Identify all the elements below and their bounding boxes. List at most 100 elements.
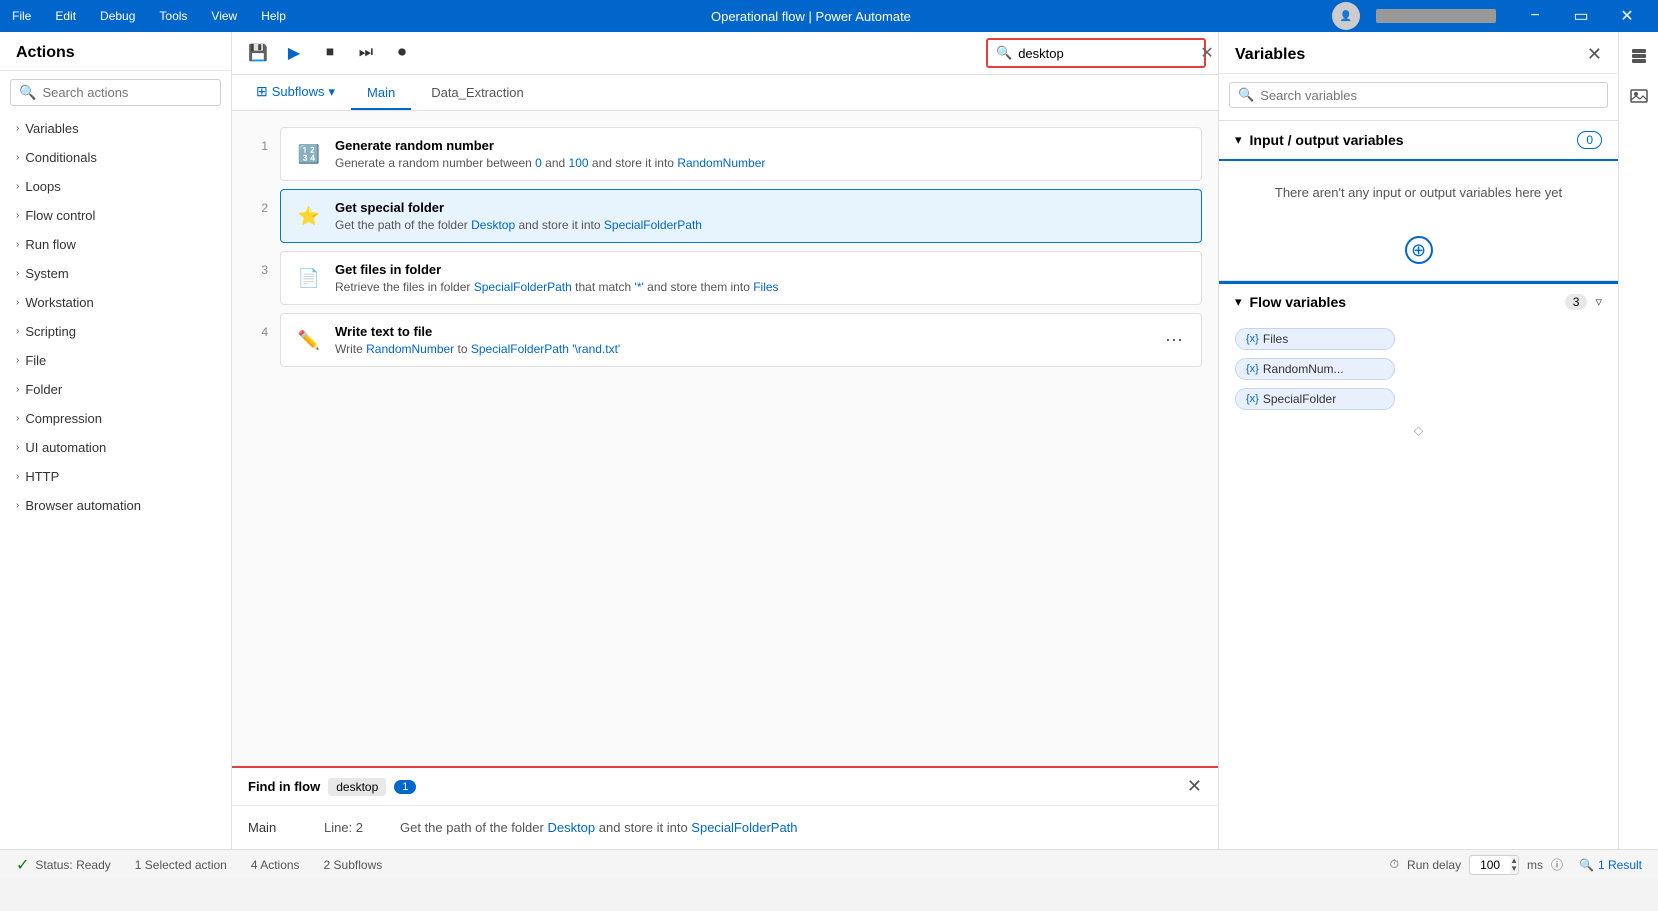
list-item: Main Line: 2 Get the path of the folder … xyxy=(248,814,1202,841)
menu-tools[interactable]: Tools xyxy=(155,7,191,25)
input-output-title: Input / output variables xyxy=(1250,132,1570,148)
sidebar-item-compression[interactable]: › Compression xyxy=(0,404,231,433)
selected-actions-count: 1 Selected action xyxy=(135,858,227,872)
run-delay-control: ⏱ Run delay ▲ ▼ ms ⓘ xyxy=(1390,855,1563,875)
search-icon: 🔍 xyxy=(1579,858,1594,872)
find-keyword-badge: desktop xyxy=(328,778,386,796)
step-title-3: Get files in folder xyxy=(335,262,1187,277)
table-row: 1 🔢 Generate random number Generate a ra… xyxy=(248,127,1202,181)
chevron-right-icon: › xyxy=(16,210,19,221)
subflows-count: 2 Subflows xyxy=(324,858,383,872)
chevron-right-icon: › xyxy=(16,181,19,192)
step-number: 4 xyxy=(248,325,268,339)
sidebar-item-loops[interactable]: › Loops xyxy=(0,172,231,201)
close-button[interactable]: ✕ xyxy=(1604,0,1650,32)
run-delay-input[interactable] xyxy=(1470,856,1510,874)
sidebar-item-system[interactable]: › System xyxy=(0,259,231,288)
statusbar: ✓ Status: Ready 1 Selected action 4 Acti… xyxy=(0,849,1658,879)
variables-title: Variables xyxy=(1235,46,1587,64)
find-panel-close-button[interactable]: ✕ xyxy=(1187,776,1202,797)
result-link[interactable]: 🔍 1 Result xyxy=(1579,858,1642,872)
sidebar-item-browser-automation[interactable]: › Browser automation xyxy=(0,491,231,520)
actions-search-box[interactable]: 🔍 xyxy=(10,79,221,106)
chevron-right-icon: › xyxy=(16,355,19,366)
tab-main[interactable]: Main xyxy=(351,77,411,110)
spinner-down-button[interactable]: ▼ xyxy=(1510,865,1518,873)
variable-label: RandomNum... xyxy=(1263,362,1344,376)
step-more-button[interactable]: ⋯ xyxy=(1161,326,1187,355)
stop-button[interactable]: ⏹ xyxy=(316,39,344,67)
menu-debug[interactable]: Debug xyxy=(96,7,139,25)
right-icons-panel xyxy=(1618,32,1658,849)
sidebar-item-flow-control[interactable]: › Flow control xyxy=(0,201,231,230)
layers-icon-button[interactable] xyxy=(1623,40,1655,72)
menu-help[interactable]: Help xyxy=(257,7,290,25)
chevron-right-icon: › xyxy=(16,471,19,482)
statusbar-right: ⏱ Run delay ▲ ▼ ms ⓘ 🔍 1 Result xyxy=(1390,855,1642,875)
variable-chip-files[interactable]: {x} Files xyxy=(1235,328,1395,350)
find-in-flow-search[interactable]: 🔍 ✕ xyxy=(986,38,1206,68)
random-number-icon: 🔢 xyxy=(295,140,323,168)
variable-chip-specialfolder[interactable]: {x} SpecialFolder xyxy=(1235,388,1395,410)
sidebar-item-ui-automation[interactable]: › UI automation xyxy=(0,433,231,462)
search-icon: 🔍 xyxy=(1238,87,1254,103)
flow-variables-header[interactable]: ▾ Flow variables 3 ▿ xyxy=(1219,281,1618,320)
chevron-right-icon: › xyxy=(16,297,19,308)
chevron-down-icon: ▾ xyxy=(1235,294,1242,310)
sidebar-item-workstation[interactable]: › Workstation xyxy=(0,288,231,317)
subflows-button[interactable]: ⊞ Subflows ▾ xyxy=(244,75,347,110)
chevron-right-icon: › xyxy=(16,239,19,250)
sidebar-item-folder[interactable]: › Folder xyxy=(0,375,231,404)
step-content-1: Generate random number Generate a random… xyxy=(335,138,1187,170)
run-button[interactable]: ▶ xyxy=(280,39,308,67)
find-results: Main Line: 2 Get the path of the folder … xyxy=(232,806,1218,849)
chevron-right-icon: › xyxy=(16,268,19,279)
step-desc-2: Get the path of the folder Desktop and s… xyxy=(335,218,1187,232)
sidebar-item-conditionals[interactable]: › Conditionals xyxy=(0,143,231,172)
menu-view[interactable]: View xyxy=(207,7,241,25)
search-actions-input[interactable] xyxy=(42,85,218,100)
variable-prefix-icon: {x} xyxy=(1246,393,1259,405)
variable-chip-randomnum[interactable]: {x} RandomNum... xyxy=(1235,358,1395,380)
record-button[interactable]: ⏺ xyxy=(388,39,416,67)
restore-button[interactable]: ▭ xyxy=(1558,0,1604,32)
step-card-4[interactable]: ✏️ Write text to file Write RandomNumber… xyxy=(280,313,1202,367)
sidebar-item-file[interactable]: › File xyxy=(0,346,231,375)
minimize-button[interactable]: − xyxy=(1512,0,1558,32)
chevron-right-icon: › xyxy=(16,413,19,424)
sidebar-item-variables[interactable]: › Variables xyxy=(0,114,231,143)
input-output-section-header[interactable]: ▾ Input / output variables 0 xyxy=(1219,121,1618,159)
sidebar-item-scripting[interactable]: › Scripting xyxy=(0,317,231,346)
run-delay-spinner[interactable]: ▲ ▼ xyxy=(1510,857,1518,873)
sidebar-item-run-flow[interactable]: › Run flow xyxy=(0,230,231,259)
step-card-1[interactable]: 🔢 Generate random number Generate a rand… xyxy=(280,127,1202,181)
next-step-button[interactable]: ⏭ xyxy=(352,39,380,67)
menu-file[interactable]: File xyxy=(8,7,35,25)
find-count-badge: 1 xyxy=(394,780,416,794)
table-row: 3 📄 Get files in folder Retrieve the fil… xyxy=(248,251,1202,305)
find-in-flow-input[interactable] xyxy=(1018,46,1194,61)
window-controls: − ▭ ✕ xyxy=(1512,0,1650,32)
menu-bar: File Edit Debug Tools View Help xyxy=(8,7,290,25)
empty-state-message: There aren't any input or output variabl… xyxy=(1219,161,1618,224)
tab-data-extraction[interactable]: Data_Extraction xyxy=(415,77,540,110)
step-title-2: Get special folder xyxy=(335,200,1187,215)
special-folder-icon: ⭐ xyxy=(295,202,323,230)
sidebar-item-http[interactable]: › HTTP xyxy=(0,462,231,491)
menu-edit[interactable]: Edit xyxy=(51,7,80,25)
write-file-icon: ✏️ xyxy=(295,326,323,354)
add-variable-button[interactable]: ⊕ xyxy=(1405,236,1433,264)
status-icon: ✓ xyxy=(16,855,29,875)
subflows-icon: ⊞ xyxy=(256,83,268,100)
variables-close-button[interactable]: ✕ xyxy=(1587,44,1602,65)
chevron-right-icon: › xyxy=(16,123,19,134)
search-variables-input[interactable] xyxy=(1260,88,1599,103)
variables-search-box[interactable]: 🔍 xyxy=(1229,82,1608,108)
save-button[interactable]: 💾 xyxy=(244,39,272,67)
chevron-right-icon: › xyxy=(16,152,19,163)
image-icon-button[interactable] xyxy=(1623,80,1655,112)
step-card-2[interactable]: ⭐ Get special folder Get the path of the… xyxy=(280,189,1202,243)
step-card-3[interactable]: 📄 Get files in folder Retrieve the files… xyxy=(280,251,1202,305)
clear-search-button[interactable]: ✕ xyxy=(1200,43,1213,63)
filter-icon[interactable]: ▿ xyxy=(1595,294,1602,310)
